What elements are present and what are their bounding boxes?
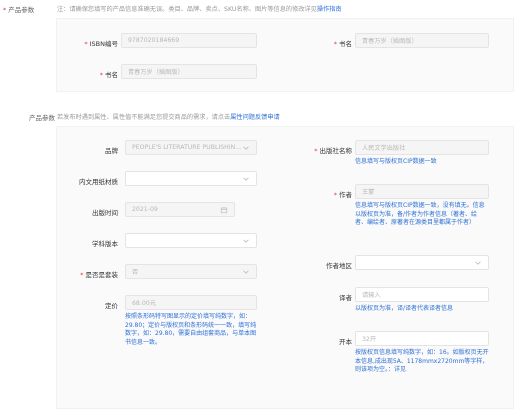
date-value: 2021-09	[132, 206, 158, 213]
chevron-down-icon	[243, 270, 249, 274]
edition-label: 学科版本	[92, 240, 118, 248]
isbn-label: ISBN编号	[70, 38, 118, 48]
publisher-help: 信息填写与版权页CIP数据一致	[355, 158, 437, 165]
paper-label: 内文用纸材质	[79, 178, 118, 186]
basic-info-panel	[56, 18, 514, 92]
date-picker[interactable]: 2021-09	[125, 202, 235, 217]
attribute-feedback-link[interactable]: 属性问题反馈申请	[230, 114, 280, 121]
chevron-down-icon	[243, 177, 249, 181]
author-help: 信息填写与版权页CIP数据一致，没有填无。信息以版权页为准，备/作者为作者信息（…	[355, 202, 485, 227]
region-label: 作者地区	[326, 262, 352, 270]
format-value: 32开	[362, 336, 377, 343]
set-label: 是否是套装	[64, 269, 119, 279]
params-note-text: 若发布时遇到属性、属性值不能满足您提交商品的需求，请点击	[57, 114, 231, 121]
format-help: 按版权页信息填写纯数字，如：16。如版权页无开本信息,成出现5A、1178mmx…	[355, 349, 489, 374]
operation-guide-link[interactable]: 操作指南	[317, 6, 342, 13]
date-label: 出版时间	[92, 209, 118, 217]
region-select[interactable]	[355, 255, 489, 270]
set-value: 否	[132, 269, 139, 276]
edition-select[interactable]	[125, 233, 257, 248]
calendar-icon	[220, 206, 228, 213]
chevron-down-icon	[243, 239, 249, 243]
publisher-label: 出版社名称	[300, 145, 353, 155]
brand-value: PEOPLE'S LITERATURE PUBLISHIN...	[132, 144, 242, 151]
translator-input[interactable]: 请输入	[355, 287, 489, 302]
brand-select[interactable]: PEOPLE'S LITERATURE PUBLISHIN...	[125, 140, 257, 155]
price-help: 按照条形码特写图显示的定价填写纯数字，如：29.80；定价与版权页和条形码统一一…	[125, 313, 257, 346]
price-value: 68.00元	[132, 300, 156, 307]
paper-select[interactable]	[125, 171, 257, 186]
format-label: 开本	[339, 338, 352, 346]
translator-help: 以版权页为准，译/译者代表译者信息	[355, 305, 454, 312]
chevron-down-icon	[243, 146, 249, 150]
title-value-right: 青春万岁（插图版）	[362, 38, 418, 45]
author-value: 王蒙	[362, 189, 375, 196]
set-select[interactable]: 否	[125, 264, 257, 279]
top-note: 注：请确保您填写的产品信息准确无误。类目、品牌、卖点、SKU名称、图片等信息的修…	[57, 4, 342, 13]
title-field-right[interactable]: 青春万岁（插图版）	[355, 33, 489, 48]
chevron-down-icon	[475, 261, 481, 265]
name-label: 书名	[70, 69, 118, 79]
brand-label: 品牌	[105, 147, 118, 155]
publisher-field[interactable]: 人民文学出版社	[355, 140, 489, 155]
params-note: 若发布时遇到属性、属性值不能满足您提交商品的需求，请点击属性问题反馈申请	[57, 112, 280, 121]
format-input[interactable]: 32开	[355, 331, 489, 346]
name-field[interactable]: 青春万岁（插图版）	[121, 64, 257, 79]
publisher-value: 人民文学出版社	[362, 145, 406, 152]
translator-label: 译者	[339, 294, 352, 302]
name-value: 青春万岁（插图版）	[128, 69, 184, 76]
section-label-product-params: 产品参数	[29, 114, 55, 122]
author-label: 作者	[300, 189, 352, 199]
translator-placeholder: 请输入	[362, 292, 381, 299]
author-field[interactable]: 王蒙	[355, 184, 489, 199]
title-label-right: 书名	[320, 38, 352, 48]
isbn-value: 9787020184669	[128, 37, 180, 44]
price-label: 定价	[105, 302, 118, 310]
top-note-text: 注：请确保您填写的产品信息准确无误。类目、品牌、卖点、SKU名称、图片等信息的修…	[57, 6, 317, 13]
section-label-product-params-top: 产品参数	[3, 4, 34, 14]
isbn-field[interactable]: 9787020184669	[121, 33, 257, 48]
price-field[interactable]: 68.00元	[125, 295, 257, 310]
